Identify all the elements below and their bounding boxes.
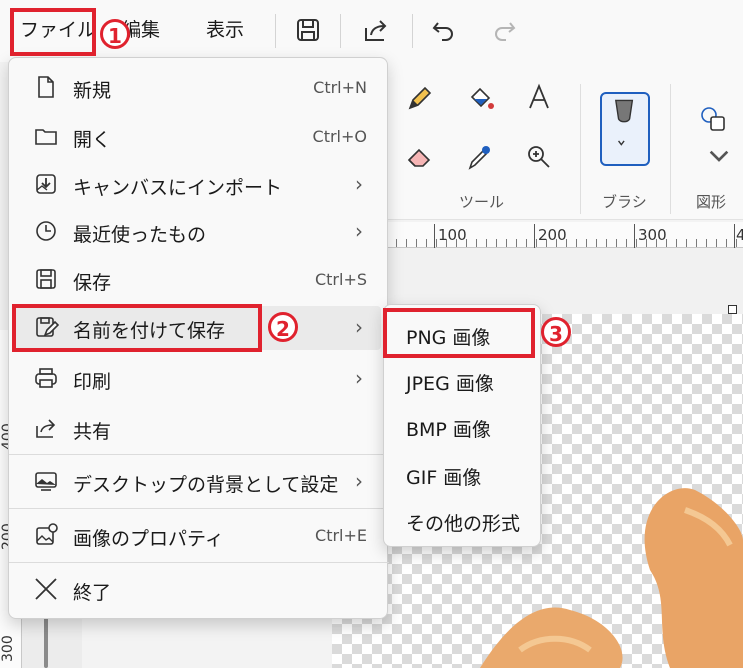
chevron-right-icon: › (355, 315, 363, 339)
menu-item-label: 保存 (73, 272, 112, 294)
menu-item-label: 終了 (73, 582, 112, 604)
menu-item-import-to-canvas[interactable]: キャンバスにインポート › (15, 163, 381, 207)
menu-item-label: キャンバスにインポート (73, 177, 283, 199)
highlight-box-file-menu (10, 8, 96, 56)
fill-bucket-icon[interactable] (466, 84, 496, 114)
shapes-group-label: 図形 (696, 193, 727, 211)
view-menu[interactable]: 表示 (206, 15, 244, 49)
image-properties-icon (33, 522, 59, 548)
exit-icon (33, 576, 59, 602)
recent-clock-icon (33, 218, 59, 244)
chevron-right-icon: › (355, 219, 363, 243)
ruler-label: 4 (736, 226, 743, 244)
ruler-major-tick (734, 224, 735, 248)
menu-item-new[interactable]: 新規 Ctrl+N (15, 66, 381, 110)
menu-item-label: 新規 (73, 80, 112, 102)
submenu-item-label: その他の形式 (406, 513, 521, 535)
chevron-down-icon[interactable] (704, 140, 729, 162)
menu-item-shortcut: Ctrl+S (314, 270, 367, 289)
highlight-box-save-as (12, 304, 262, 352)
ribbon-divider (670, 84, 671, 214)
submenu-item-jpeg[interactable]: JPEG 画像 (390, 359, 536, 403)
ruler-major-tick (534, 224, 535, 248)
ruler-major-tick (634, 224, 635, 248)
menubar-divider (412, 14, 413, 48)
highlight-box-png (383, 308, 535, 358)
magnifier-icon[interactable] (524, 142, 554, 172)
eraser-icon[interactable] (404, 142, 434, 172)
undo-icon[interactable] (428, 14, 460, 46)
print-icon (33, 365, 59, 391)
chevron-right-icon: › (355, 366, 363, 390)
save-icon (33, 266, 59, 292)
tools-group-label: ツール (459, 193, 505, 211)
submenu-item-gif[interactable]: GIF 画像 (390, 453, 536, 497)
menu-item-label: 最近使ったもの (73, 224, 207, 246)
brush-button[interactable] (600, 92, 650, 166)
text-tool-icon[interactable] (524, 82, 554, 112)
menubar-divider (275, 14, 276, 48)
menu-item-set-desktop-background[interactable]: デスクトップの背景として設定 › (15, 460, 381, 504)
open-folder-icon (33, 123, 59, 149)
ruler-major-tick (434, 224, 435, 248)
menu-item-exit[interactable]: 終了 (15, 568, 381, 612)
ruler-label: 100 (438, 226, 467, 244)
submenu-item-other-formats[interactable]: その他の形式 (390, 499, 536, 543)
menu-item-label: 画像のプロパティ (73, 528, 224, 550)
menu-item-shortcut: Ctrl+N (313, 78, 367, 97)
desktop-background-icon (33, 468, 59, 494)
ruler-label: 300 (0, 635, 16, 662)
menu-item-shortcut: Ctrl+E (315, 526, 367, 545)
ruler-label: 200 (538, 226, 567, 244)
share-icon[interactable] (360, 14, 392, 46)
menu-item-label: 開く (73, 129, 112, 151)
menu-item-shortcut: Ctrl+O (312, 127, 367, 146)
horizontal-ruler: 100 200 300 4 (386, 222, 743, 248)
resize-handle[interactable] (728, 305, 737, 314)
menu-item-image-properties[interactable]: 画像のプロパティ Ctrl+E (15, 514, 381, 558)
chevron-right-icon: › (355, 469, 363, 493)
menubar-divider (340, 14, 341, 48)
import-to-canvas-icon (33, 171, 59, 197)
pencil-icon[interactable] (404, 84, 434, 114)
shapes-icon[interactable] (698, 104, 728, 134)
menu-item-save[interactable]: 保存 Ctrl+S (15, 258, 381, 302)
submenu-item-label: GIF 画像 (406, 467, 482, 489)
submenu-item-bmp[interactable]: BMP 画像 (390, 405, 536, 449)
ribbon-divider (580, 84, 581, 214)
step-marker-3: 3 (541, 317, 571, 347)
brush-icon (614, 99, 634, 146)
step-marker-2: 2 (268, 312, 298, 342)
menu-item-label: 共有 (73, 421, 112, 443)
color-picker-icon[interactable] (464, 142, 494, 172)
menu-item-label: 印刷 (73, 371, 112, 393)
submenu-item-label: BMP 画像 (406, 419, 491, 441)
redo-icon[interactable] (488, 14, 520, 46)
submenu-item-label: JPEG 画像 (406, 373, 494, 395)
menu-divider (9, 562, 389, 563)
brush-group-label: ブラシ (602, 193, 647, 211)
menu-item-label: デスクトップの背景として設定 (73, 474, 339, 496)
save-icon[interactable] (292, 14, 324, 46)
menu-divider (9, 454, 389, 455)
menu-item-print[interactable]: 印刷 › (15, 357, 381, 401)
ribbon: ツール ブラシ 図形 (386, 62, 743, 220)
menu-item-share[interactable]: 共有 (15, 407, 381, 451)
menu-divider (9, 508, 389, 509)
new-file-icon (33, 74, 59, 100)
chevron-right-icon: › (355, 172, 363, 196)
share-icon (33, 415, 59, 441)
step-marker-1: 1 (100, 19, 130, 49)
menu-item-recent[interactable]: 最近使ったもの › (15, 210, 381, 254)
ruler-label: 300 (638, 226, 667, 244)
menu-item-open[interactable]: 開く Ctrl+O (15, 115, 381, 159)
